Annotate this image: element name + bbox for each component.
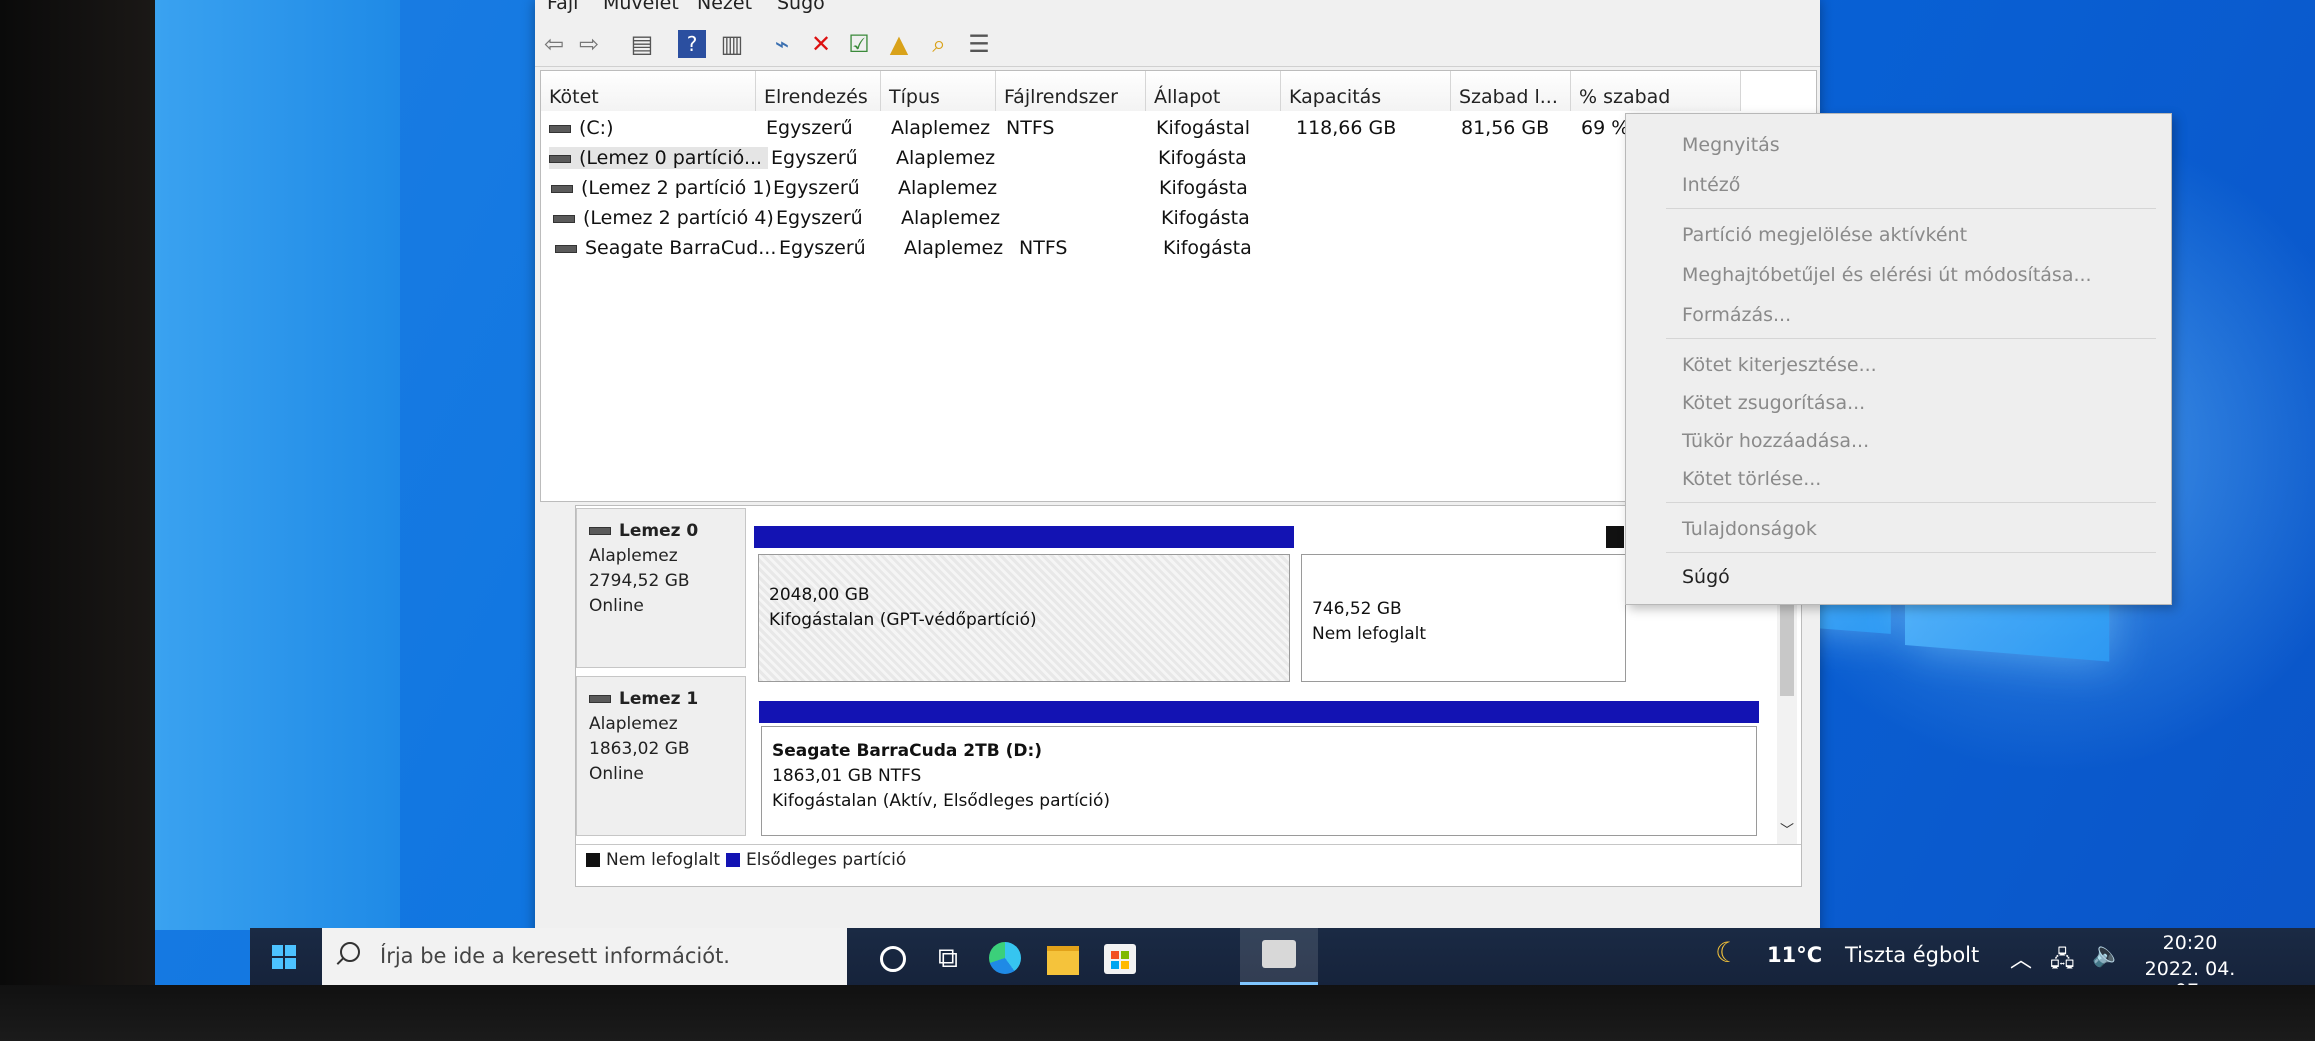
volume-icon — [549, 124, 571, 133]
disk-state: Online — [589, 596, 644, 616]
search-folder-icon[interactable]: ⌕ — [925, 30, 953, 58]
col-capacity[interactable]: Kapacitás — [1281, 71, 1451, 111]
menu-item-add-mirror[interactable]: Tükör hozzáadása... — [1682, 430, 1869, 452]
file-explorer-icon[interactable] — [1043, 938, 1083, 978]
partition-gpt-protective[interactable]: 2048,00 GB Kifogástalan (GPT-védőpartíci… — [758, 554, 1290, 682]
settings-list-icon[interactable]: ☰ — [965, 30, 993, 58]
menu-view[interactable]: Nézet — [697, 0, 752, 14]
disk-0-label[interactable]: Lemez 0 Alaplemez 2794,52 GB Online — [576, 508, 746, 668]
menu-file[interactable]: Fájl — [547, 0, 578, 14]
delete-icon[interactable]: ✕ — [807, 30, 835, 58]
menu-help[interactable]: Súgó — [777, 0, 825, 14]
menu-item-properties[interactable]: Tulajdonságok — [1682, 518, 1817, 540]
weather-description: Tiszta égbolt — [1845, 943, 1980, 967]
disk-management-icon — [1262, 940, 1296, 968]
col-type[interactable]: Típus — [881, 71, 996, 111]
edge-browser-icon[interactable] — [985, 938, 1025, 978]
monitor-bezel-bottom — [0, 985, 2315, 1041]
menu-separator — [1666, 502, 2156, 503]
menu-item-delete-volume[interactable]: Kötet törlése... — [1682, 468, 1821, 490]
legend-swatch-unallocated — [586, 853, 600, 867]
menu-separator — [1666, 552, 2156, 553]
taskbar: Írja be ide a keresett információt. ⧉ ☾ … — [250, 928, 2315, 1002]
menu-item-change-drive-letter[interactable]: Meghajtóbetűjel és elérési út módosítása… — [1682, 264, 2092, 286]
disk-icon — [589, 527, 611, 535]
search-icon — [340, 942, 360, 962]
menu-item-shrink-volume[interactable]: Kötet zsugorítása... — [1682, 392, 1865, 414]
partition-unallocated[interactable]: 746,52 GB Nem lefoglalt — [1301, 554, 1626, 682]
menu-separator — [1666, 338, 2156, 339]
partition-bar — [759, 701, 1759, 723]
volume-icon[interactable]: 🔈 — [2092, 940, 2122, 970]
menu-action[interactable]: Művelet — [603, 0, 679, 14]
col-layout[interactable]: Elrendezés — [756, 71, 881, 111]
col-volume[interactable]: Kötet — [541, 71, 756, 111]
taskbar-search-box[interactable]: Írja be ide a keresett információt. — [322, 928, 847, 985]
disk-management-taskbar-button[interactable] — [1240, 928, 1318, 985]
forward-arrow-icon[interactable]: ⇨ — [575, 30, 603, 58]
context-menu: Megnyitás Intéző Partíció megjelölése ak… — [1625, 113, 2172, 605]
menu-item-explorer[interactable]: Intéző — [1682, 174, 1740, 196]
col-free-space[interactable]: Szabad l... — [1451, 71, 1571, 111]
legend: Nem lefoglalt Elsődleges partíció — [576, 844, 1801, 875]
search-placeholder: Írja be ide a keresett információt. — [380, 944, 730, 968]
scroll-down-icon[interactable]: ﹀ — [1777, 820, 1797, 840]
disk-size: 2794,52 GB — [589, 571, 690, 591]
disk-type: Alaplemez — [589, 546, 678, 566]
console-tree-icon[interactable]: ▤ — [628, 30, 656, 58]
moon-icon: ☾ — [1715, 936, 1741, 969]
menu-item-open[interactable]: Megnyitás — [1682, 134, 1780, 156]
windows-start-icon — [272, 945, 296, 969]
menu-separator — [1666, 208, 2156, 209]
menu-item-mark-active[interactable]: Partíció megjelölése aktívként — [1682, 224, 1967, 246]
legend-swatch-primary — [726, 853, 740, 867]
check-icon[interactable]: ☑ — [845, 30, 873, 58]
menu-bar: Fájl Művelet Nézet Súgó — [535, 0, 1820, 18]
clock-time: 20:20 — [2162, 932, 2218, 954]
menu-item-help[interactable]: Súgó — [1682, 566, 1730, 588]
start-button[interactable] — [250, 928, 322, 985]
back-arrow-icon[interactable]: ⇦ — [540, 30, 568, 58]
disk-1-label[interactable]: Lemez 1 Alaplemez 1863,02 GB Online — [576, 676, 746, 836]
menu-item-format[interactable]: Formázás... — [1682, 304, 1791, 326]
col-filesystem[interactable]: Fájlrendszer — [996, 71, 1146, 111]
connect-icon[interactable]: ⌁ — [768, 30, 796, 58]
disk-graphical-view: Lemez 0 Alaplemez 2794,52 GB Online 2048… — [575, 505, 1802, 887]
disk-type: Alaplemez — [589, 714, 678, 734]
partition-seagate-d[interactable]: Seagate BarraCuda 2TB (D:) 1863,01 GB NT… — [761, 726, 1757, 836]
properties-icon[interactable]: ▥ — [718, 30, 746, 58]
volume-icon — [553, 214, 575, 223]
col-percent-free[interactable]: % szabad — [1571, 71, 1741, 111]
disk-management-window: Fájl Művelet Nézet Súgó ⇦ ⇨ ▤ ? ▥ ⌁ ✕ ☑ … — [535, 0, 2172, 945]
disk-icon — [589, 695, 611, 703]
disk-name: Lemez 1 — [619, 689, 699, 709]
disk-size: 1863,02 GB — [589, 739, 690, 759]
task-view-icon[interactable]: ⧉ — [928, 938, 968, 978]
weather-temperature: 11°C — [1767, 943, 1823, 967]
network-icon[interactable]: 🖧 — [2050, 942, 2075, 972]
partition-bar — [754, 526, 1294, 548]
microsoft-store-icon[interactable] — [1100, 938, 1140, 978]
help-icon[interactable]: ? — [678, 30, 706, 58]
clock[interactable]: 20:20 2022. 04. 07. — [2130, 928, 2250, 1002]
cortana-icon[interactable] — [872, 938, 912, 978]
menu-item-extend-volume[interactable]: Kötet kiterjesztése... — [1682, 354, 1877, 376]
show-hidden-icons-icon[interactable]: ︿ — [2010, 942, 2032, 973]
folder-up-icon[interactable]: ▲ — [885, 30, 913, 58]
volume-icon — [555, 244, 577, 253]
desktop: Fájl Művelet Nézet Súgó ⇦ ⇨ ▤ ? ▥ ⌁ ✕ ☑ … — [155, 0, 2315, 985]
volume-icon — [551, 184, 573, 193]
col-status[interactable]: Állapot — [1146, 71, 1281, 111]
disk-state: Online — [589, 764, 644, 784]
desktop-edge — [155, 0, 400, 930]
disk-name: Lemez 0 — [619, 521, 699, 541]
volume-icon — [549, 154, 571, 163]
unallocated-bar — [1606, 526, 1624, 548]
